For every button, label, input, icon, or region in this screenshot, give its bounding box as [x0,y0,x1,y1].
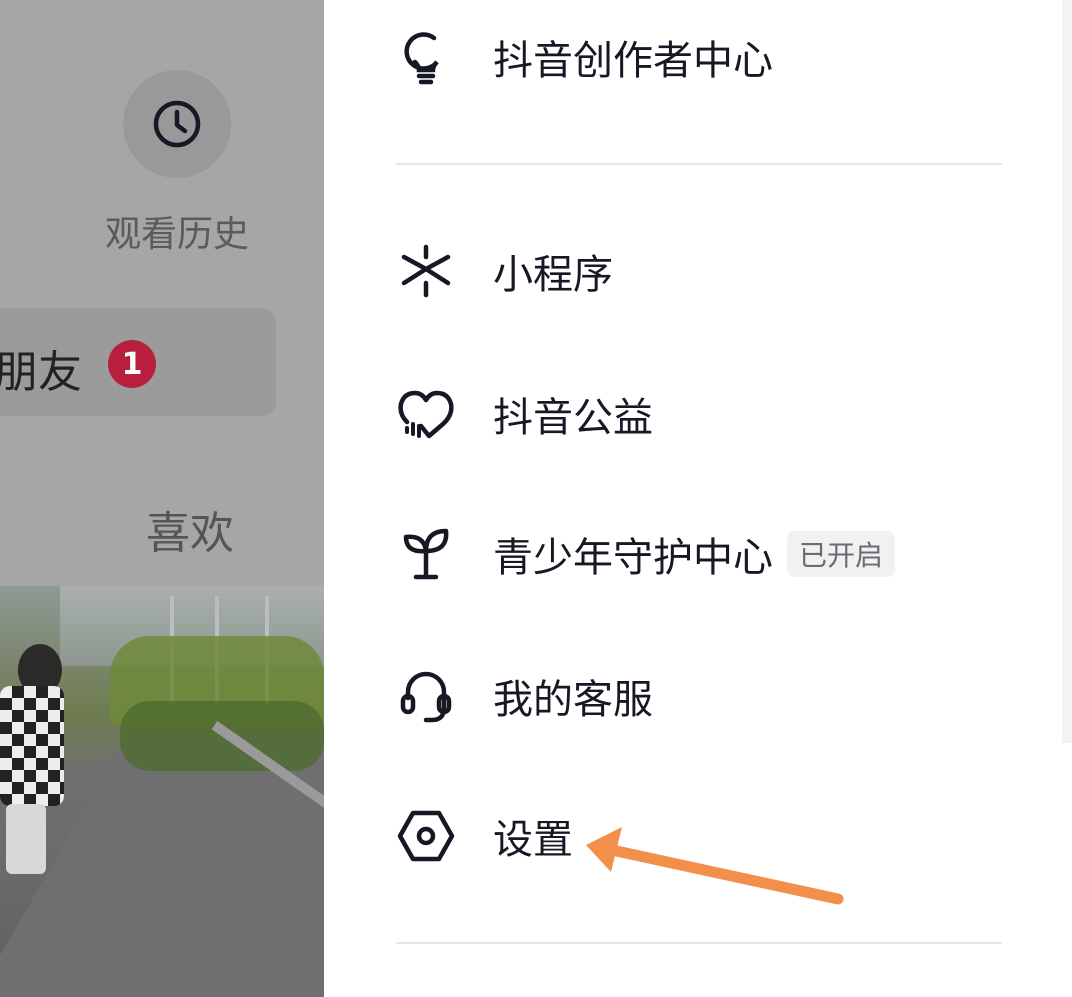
profile-page-dimmed[interactable]: 观看历史 朋友 1 喜欢 [0,0,324,997]
youth-protection-status-badge: 已开启 [787,531,896,577]
menu-item-charity[interactable]: 抖音公益 [396,374,1002,454]
menu-divider [396,942,1002,944]
menu-item-customer-service[interactable]: 我的客服 [396,656,1002,736]
menu-item-mini-program[interactable]: 小程序 [396,231,1002,311]
sprout-icon [396,524,456,584]
watch-history-label: 观看历史 [104,214,249,255]
menu-label-settings: 设置 [493,817,573,863]
scrollbar-track [1062,0,1072,743]
mini-program-icon [396,241,456,301]
headset-icon [396,666,456,726]
menu-item-creator-center[interactable]: 抖音创作者中心 [396,17,1002,97]
menu-label-charity: 抖音公益 [493,395,653,441]
clock-icon [153,100,201,148]
menu-label-creator-center: 抖音创作者中心 [493,38,773,84]
watch-history-button[interactable] [123,70,231,178]
menu-item-youth-protection[interactable]: 青少年守护中心 已开启 [396,514,1002,594]
menu-item-settings[interactable]: 设置 [396,796,1002,876]
charity-heart-icon [396,384,456,444]
settings-hexagon-icon [396,806,456,866]
menu-divider [396,163,1002,165]
lightbulb-icon [396,27,456,87]
menu-label-customer-service: 我的客服 [493,677,653,723]
tab-likes[interactable]: 喜欢 [146,497,234,561]
video-thumbnail[interactable] [0,586,324,997]
menu-label-youth-protection: 青少年守护中心 [493,535,773,581]
friends-label: 朋友 [0,347,82,398]
menu-label-mini-program: 小程序 [493,252,613,298]
friends-notification-badge: 1 [108,340,156,388]
